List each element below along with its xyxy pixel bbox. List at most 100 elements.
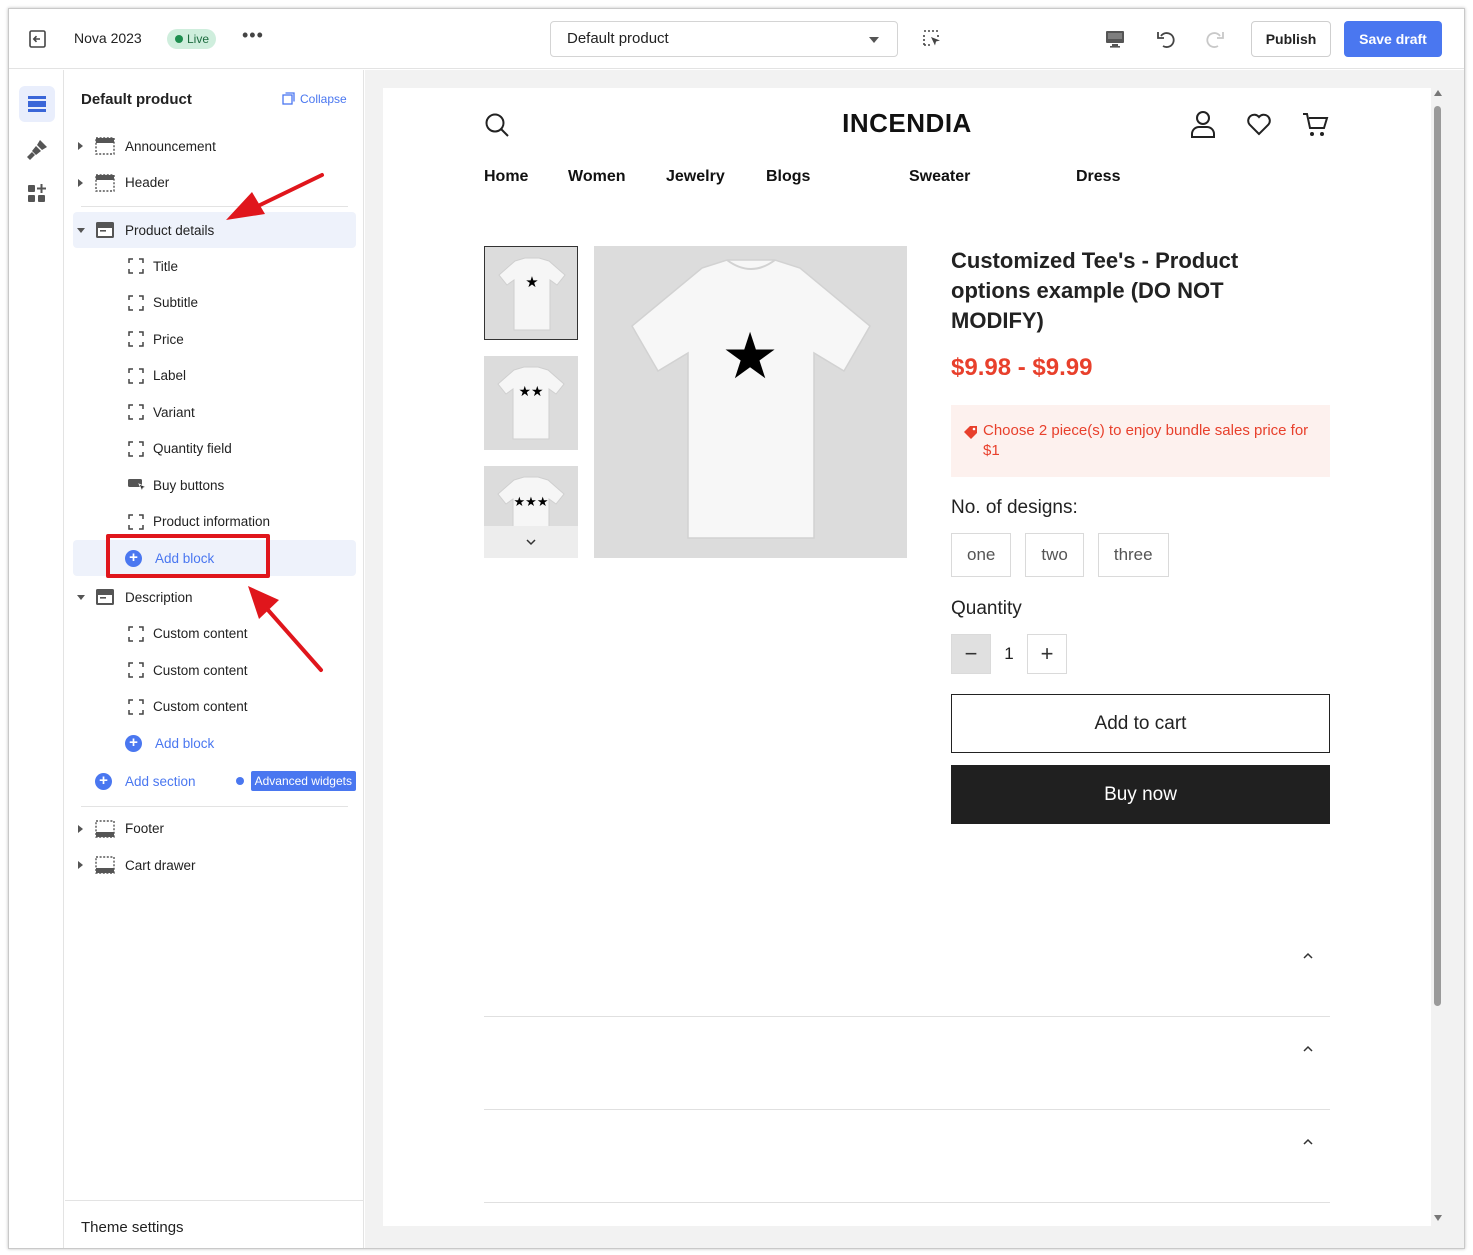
cart-icon[interactable] xyxy=(1301,110,1329,138)
block-icon xyxy=(128,662,144,678)
inspector-icon[interactable] xyxy=(922,29,942,49)
store-logo[interactable]: INCENDIA xyxy=(383,108,1431,139)
nav-blogs[interactable]: Blogs xyxy=(766,168,810,186)
apps-tab[interactable] xyxy=(19,176,55,212)
theme-settings-link[interactable]: Theme settings xyxy=(65,1200,364,1248)
exit-icon[interactable] xyxy=(27,29,49,49)
block-label: Custom content xyxy=(153,699,248,715)
chevron-up-icon[interactable] xyxy=(1302,1045,1314,1053)
advanced-widgets-badge[interactable]: Advanced widgets xyxy=(250,770,356,791)
section-label: Product details xyxy=(125,222,215,238)
block-custom-content[interactable]: Custom content xyxy=(73,689,356,726)
block-icon xyxy=(128,404,144,420)
section-icon xyxy=(95,137,115,155)
product-thumbnail[interactable]: ★★★ xyxy=(484,466,578,558)
section-description[interactable]: Description xyxy=(73,579,356,616)
redo-icon[interactable] xyxy=(1204,28,1226,50)
publish-button[interactable]: Publish xyxy=(1251,21,1331,57)
tshirt-image: ★ xyxy=(498,257,566,331)
add-to-cart-button[interactable]: Add to cart xyxy=(951,694,1330,753)
section-icon xyxy=(95,174,115,192)
add-block-label: Add block xyxy=(155,735,215,751)
tshirt-image: ★ xyxy=(631,259,871,539)
nav-women[interactable]: Women xyxy=(568,168,625,186)
increase-quantity-button[interactable]: + xyxy=(1027,634,1067,674)
nav-dress[interactable]: Dress xyxy=(1076,168,1120,186)
add-section-label: Add section xyxy=(125,774,196,789)
product-price: $9.98 - $9.99 xyxy=(951,354,1093,381)
decrease-quantity-button[interactable]: − xyxy=(951,634,991,674)
section-icon xyxy=(96,589,114,606)
price-tag-icon xyxy=(964,426,977,439)
nav-jewelry[interactable]: Jewelry xyxy=(666,168,725,186)
section-cart-drawer[interactable]: Cart drawer xyxy=(73,847,356,884)
block-icon xyxy=(128,441,144,457)
block-icon xyxy=(128,295,144,311)
block-label: Title xyxy=(153,258,179,274)
chevron-up-icon[interactable] xyxy=(1302,1138,1314,1146)
nav-home[interactable]: Home xyxy=(484,168,528,186)
block-custom-content[interactable]: Custom content xyxy=(73,616,356,653)
product-thumbnail[interactable]: ★★ xyxy=(484,356,578,450)
option-one[interactable]: one xyxy=(951,533,1012,577)
template-select[interactable]: Default product xyxy=(550,21,898,57)
block-buy-buttons[interactable]: Buy buttons xyxy=(73,467,356,504)
block-label: Price xyxy=(153,331,184,347)
section-announcement[interactable]: Announcement xyxy=(73,128,356,165)
account-icon[interactable] xyxy=(1190,110,1216,138)
left-rail xyxy=(9,70,64,1248)
block-icon xyxy=(128,368,144,384)
save-draft-button[interactable]: Save draft xyxy=(1344,21,1442,57)
block-label: Quantity field xyxy=(153,441,232,457)
section-product-details[interactable]: Product details xyxy=(73,212,356,248)
section-icon xyxy=(95,820,115,838)
scroll-down-icon[interactable] xyxy=(1434,1215,1442,1221)
block-variant[interactable]: Variant xyxy=(73,394,356,431)
buy-now-button[interactable]: Buy now xyxy=(951,765,1330,824)
more-options-icon[interactable]: ••• xyxy=(242,25,264,46)
chevron-up-icon[interactable] xyxy=(1302,952,1314,960)
divider xyxy=(81,206,348,207)
desktop-view-icon[interactable] xyxy=(1104,29,1126,49)
tshirt-image: ★★ xyxy=(497,366,565,440)
option-three[interactable]: three xyxy=(1097,533,1169,577)
option-label: No. of designs: xyxy=(951,497,1078,518)
divider xyxy=(81,805,348,807)
section-header[interactable]: Header xyxy=(73,165,356,202)
option-two[interactable]: two xyxy=(1025,533,1084,577)
block-icon xyxy=(128,699,144,715)
block-subtitle[interactable]: Subtitle xyxy=(73,285,356,322)
add-section-button[interactable]: + Add section Advanced widgets xyxy=(73,762,356,802)
theme-name: Nova 2023 xyxy=(74,30,142,46)
quantity-stepper: − 1 + xyxy=(951,634,1067,674)
section-label: Description xyxy=(125,589,193,605)
accordion-divider xyxy=(484,1202,1330,1203)
section-footer[interactable]: Footer xyxy=(73,811,356,848)
block-price[interactable]: Price xyxy=(73,321,356,358)
collapse-arrow-icon xyxy=(77,227,85,233)
main-product-image[interactable]: ★ xyxy=(594,246,907,558)
block-custom-content[interactable]: Custom content xyxy=(73,652,356,689)
block-quantity-field[interactable]: Quantity field xyxy=(73,431,356,468)
add-block-button[interactable]: + Add block xyxy=(73,725,356,762)
product-thumbnail[interactable]: ★ xyxy=(484,246,578,340)
svg-text:★: ★ xyxy=(525,274,538,291)
block-label-item[interactable]: Label xyxy=(73,358,356,395)
preview-scrollbar[interactable] xyxy=(1433,88,1443,1226)
nav-sweater[interactable]: Sweater xyxy=(909,168,970,186)
quantity-value[interactable]: 1 xyxy=(991,644,1027,664)
wishlist-heart-icon[interactable] xyxy=(1246,112,1272,136)
section-icon xyxy=(96,222,114,238)
block-title[interactable]: Title xyxy=(73,248,356,285)
block-icon xyxy=(128,514,144,530)
collapse-button[interactable]: Collapse xyxy=(282,92,347,106)
collapse-icon xyxy=(282,92,295,105)
store-preview: INCENDIA Home Women Jewelry Blogs Sweate… xyxy=(383,88,1431,1226)
sections-tab[interactable] xyxy=(19,86,55,122)
add-icon: + xyxy=(95,773,112,790)
scroll-up-icon[interactable] xyxy=(1434,90,1442,96)
theme-settings-tab[interactable] xyxy=(19,132,55,168)
scrollbar-thumb[interactable] xyxy=(1434,106,1441,1006)
undo-icon[interactable] xyxy=(1155,28,1177,50)
live-badge: Live xyxy=(167,29,217,49)
